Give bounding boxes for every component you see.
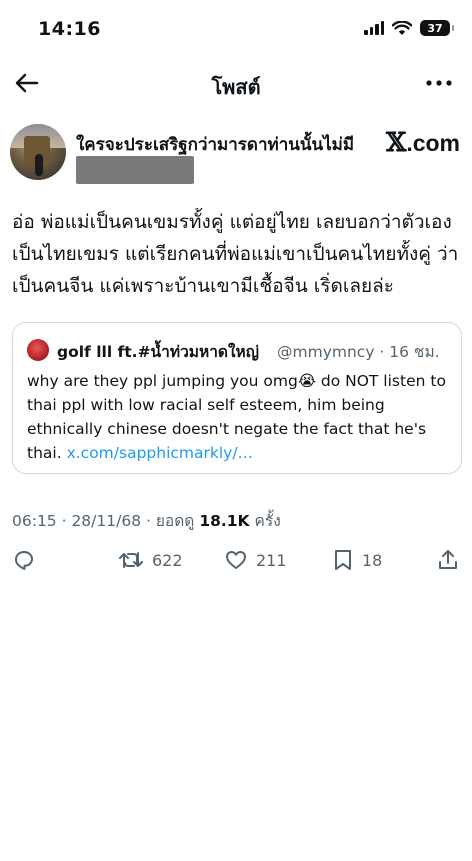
- bookmark-icon: [335, 550, 351, 570]
- quoted-post-card[interactable]: golf lll ft.#น้ำท่วมหาดใหญ่ @mmymncy · 1…: [12, 322, 462, 474]
- heart-icon: [226, 551, 246, 569]
- status-icons: 37: [364, 20, 454, 36]
- page-title: โพสต์: [211, 75, 261, 99]
- more-options-icon[interactable]: [424, 70, 454, 96]
- quoted-post-link[interactable]: x.com/sapphicmarkly/…: [67, 444, 253, 462]
- views-suffix: ครั้ง: [254, 512, 281, 530]
- bookmark-button[interactable]: 18: [332, 544, 382, 576]
- author-row: ใครจะประเสริฐกว่ามารดาท่านนั้นไม่มี 𝕏.co…: [10, 124, 462, 194]
- bookmark-count: 18: [362, 550, 383, 570]
- quoted-author-meta: @mmymncy · 16 ชม.: [277, 343, 440, 361]
- battery-icon: 37: [420, 20, 454, 36]
- like-button[interactable]: 211: [224, 544, 287, 576]
- wifi-icon: [392, 20, 412, 35]
- share-icon: [439, 550, 457, 569]
- author-display-name[interactable]: ใครจะประเสริฐกว่ามารดาท่านนั้นไม่มี: [76, 131, 354, 158]
- view-count[interactable]: 18.1K: [199, 512, 249, 530]
- quoted-post-text: why are they ppl jumping you omg😭 do NOT…: [27, 369, 451, 465]
- timestamp-text: 06:15 · 28/11/68 · ยอดดู: [12, 512, 195, 530]
- post-text: อ่อ พ่อแม่เป็นคนเขมรทั้งคู่ แต่อยู่ไทย เ…: [12, 211, 459, 297]
- quoted-author-avatar: [27, 339, 49, 361]
- x-logo-icon: 𝕏: [386, 128, 407, 158]
- reply-button[interactable]: [12, 544, 36, 576]
- post-timestamp-views: 06:15 · 28/11/68 · ยอดดู 18.1K ครั้ง: [12, 508, 281, 533]
- reply-icon: [15, 551, 33, 570]
- like-count: 211: [256, 550, 287, 570]
- repost-icon: [119, 552, 143, 568]
- quoted-author-name: golf lll ft.#น้ำท่วมหาดใหญ่: [57, 343, 259, 361]
- x-com-logo-text: .com: [406, 130, 460, 156]
- post-actions: 622 211 18: [0, 544, 472, 576]
- status-bar: 14:16 37: [0, 0, 472, 56]
- author-avatar[interactable]: [10, 124, 66, 180]
- nav-bar: โพสต์: [0, 62, 472, 106]
- repost-count: 622: [152, 550, 183, 570]
- x-com-logo: 𝕏.com: [386, 128, 460, 158]
- status-time: 14:16: [38, 18, 101, 40]
- author-handle-redacted: [76, 156, 194, 184]
- share-button[interactable]: [436, 544, 460, 576]
- repost-button[interactable]: 622: [118, 544, 183, 576]
- cellular-signal-icon: [364, 21, 384, 35]
